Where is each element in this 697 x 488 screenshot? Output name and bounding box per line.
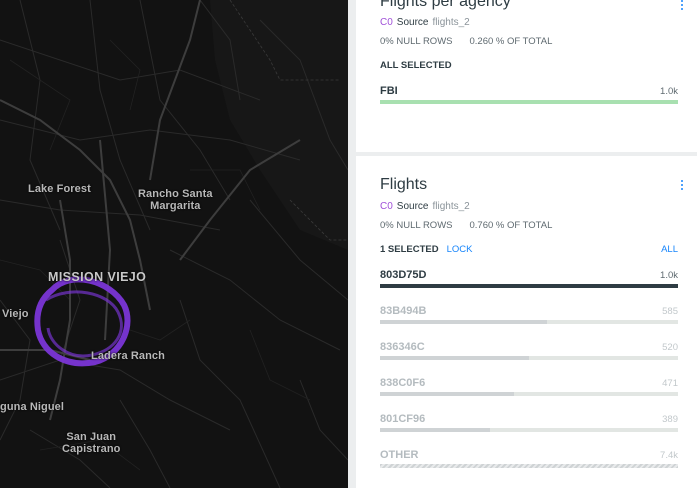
category-row[interactable]: 803D75D 1.0k (380, 269, 678, 289)
pct-total: 0.760 % OF TOTAL (469, 220, 553, 231)
category-row-other[interactable]: OTHER 7.4k (380, 449, 678, 469)
category-row[interactable]: 83B494B 585 (380, 305, 678, 325)
map-label-san-juan-capistrano: San Juan Capistrano (62, 431, 121, 455)
category-bar (380, 284, 678, 288)
category-bar-track (380, 100, 678, 104)
category-row[interactable]: 838C0F6 471 (380, 377, 678, 397)
null-rows: 0% NULL ROWS (380, 36, 453, 47)
widget-source: C0 Source flights_2 (380, 17, 470, 28)
selection-count: 1 SELECTED (380, 244, 439, 255)
source-name: flights_2 (432, 17, 470, 28)
app-root: Lake Forest Rancho Santa Margarita MISSI… (0, 0, 697, 488)
source-tag: C0 (380, 17, 393, 28)
widget-title: Flights (380, 176, 428, 193)
category-name: FBI (380, 85, 398, 97)
category-row[interactable]: 836346C 520 (380, 341, 678, 361)
category-bar (380, 428, 491, 432)
source-name: flights_2 (432, 201, 470, 212)
category-name: 803D75D (380, 269, 427, 281)
widget-flights-per-agency: Flights per agency C0 Source flights_2 0% … (356, 0, 697, 152)
category-bar-track (380, 392, 678, 396)
category-bar (380, 464, 678, 468)
category-name: 801CF96 (380, 413, 426, 425)
select-all-button[interactable]: ALL (661, 244, 678, 255)
widget-options-icon[interactable] (681, 0, 685, 10)
map-label-laguna-niguel: guna Niguel (0, 401, 65, 413)
category-bar-track (380, 428, 678, 432)
null-rows: 0% NULL ROWS (380, 220, 453, 231)
pct-total: 0.260 % OF TOTAL (469, 36, 553, 47)
category-value: 7.4k (660, 450, 678, 461)
selection-count: ALL SELECTED (380, 60, 452, 71)
map-basemap (0, 0, 348, 488)
category-value: 520 (662, 342, 678, 353)
category-bar (380, 100, 678, 104)
widget-source: C0 Source flights_2 (380, 201, 470, 212)
category-bar-track (380, 356, 678, 360)
category-value: 585 (662, 306, 678, 317)
category-row[interactable]: 801CF96 389 (380, 413, 678, 433)
map-label-ladera-ranch: Ladera Ranch (91, 350, 165, 362)
category-value: 471 (662, 378, 678, 389)
category-bar (380, 356, 529, 360)
map-label-mission-viejo: MISSION VIEJO (48, 270, 147, 284)
category-bar (380, 392, 515, 396)
widget-title: Flights per agency (380, 0, 511, 10)
category-name: 838C0F6 (380, 377, 426, 389)
category-value: 389 (662, 414, 678, 425)
map-label-rancho-santa-margarita: Rancho Santa Margarita (138, 188, 213, 212)
category-value: 1.0k (660, 270, 678, 281)
map-label-lake-forest: Lake Forest (28, 183, 91, 195)
map-view[interactable]: Lake Forest Rancho Santa Margarita MISSI… (0, 0, 348, 488)
category-bar-track (380, 464, 678, 468)
category-name: 83B494B (380, 305, 427, 317)
widget-stats: 0% NULL ROWS 0.760 % OF TOTAL (380, 220, 552, 231)
widget-options-icon[interactable] (681, 180, 685, 190)
category-name: OTHER (380, 449, 419, 461)
widget-stats: 0% NULL ROWS 0.260 % OF TOTAL (380, 36, 552, 47)
source-tag: C0 (380, 201, 393, 212)
map-label-aliso-viejo: Viejo (2, 308, 29, 320)
category-name: 836346C (380, 341, 425, 353)
widget-flights: Flights C0 Source flights_2 0% NULL ROWS 0.… (356, 156, 697, 488)
lock-button[interactable]: LOCK (447, 244, 473, 255)
selection-status: ALL SELECTED (380, 60, 678, 71)
source-label: Source (396, 17, 429, 28)
category-value: 1.0k (660, 86, 678, 97)
category-row[interactable]: FBI 1.0k (380, 85, 678, 105)
category-bar-track (380, 284, 678, 288)
category-bar (380, 320, 547, 324)
source-label: Source (396, 201, 429, 212)
selection-status: 1 SELECTED LOCK ALL (380, 244, 678, 255)
category-bar-track (380, 320, 678, 324)
